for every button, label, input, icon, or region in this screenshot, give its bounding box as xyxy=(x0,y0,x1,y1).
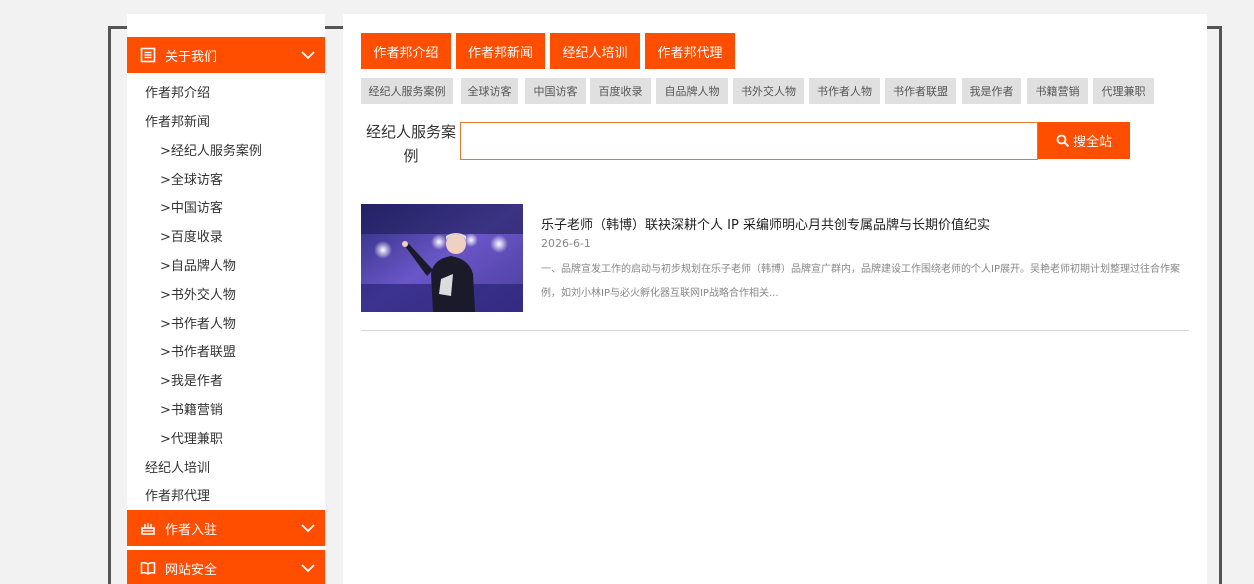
tab-intro[interactable]: 作者邦介绍 xyxy=(361,33,451,69)
chip-book-marketing[interactable]: 书籍营销 xyxy=(1027,78,1088,104)
book-icon xyxy=(139,559,157,577)
sidebar-section-site-security[interactable]: 网站安全 xyxy=(127,550,325,584)
sidebar-item-training[interactable]: 经纪人培训 xyxy=(145,457,210,476)
chip-book-authors[interactable]: 书作者人物 xyxy=(809,78,880,104)
tab-training[interactable]: 经纪人培训 xyxy=(550,33,640,69)
chip-agent-cases[interactable]: 经纪人服务案例 xyxy=(361,78,453,104)
sidebar-section-label: 网站安全 xyxy=(165,562,218,578)
list-icon xyxy=(139,46,157,64)
sidebar-subitem-i-am-author[interactable]: >我是作者 xyxy=(160,370,223,389)
sidebar-section-author-join[interactable]: 作者入驻 xyxy=(127,510,325,546)
chevron-down-icon xyxy=(299,519,317,537)
sidebar-section-about[interactable]: 关于我们 xyxy=(127,37,325,73)
sidebar-subitem-agency-parttime[interactable]: >代理兼职 xyxy=(160,428,223,447)
search-input[interactable] xyxy=(460,122,1038,160)
article-summary: 一、品牌宣发工作的启动与初步规划在乐子老师（韩博）品牌宣广群内，品牌建设工作围绕… xyxy=(541,264,1180,299)
tab-news[interactable]: 作者邦新闻 xyxy=(456,33,545,69)
article-date: 2026-6-1 xyxy=(541,237,591,250)
chevron-down-icon xyxy=(299,46,317,64)
chip-self-brand[interactable]: 自品牌人物 xyxy=(656,78,728,104)
chip-i-am-author[interactable]: 我是作者 xyxy=(962,78,1021,104)
chip-global-visitors[interactable]: 全球访客 xyxy=(461,78,518,104)
sidebar-item-intro[interactable]: 作者邦介绍 xyxy=(145,82,210,101)
divider xyxy=(361,330,1189,331)
sidebar-subitem-agent-cases[interactable]: >经纪人服务案例 xyxy=(160,140,262,159)
sidebar-subitem-global-visitors[interactable]: >全球访客 xyxy=(160,169,223,188)
article-title-link[interactable]: 乐子老师（韩博）联袂深耕个人 IP 采编师明心月共创专属品牌与长期价值纪实 xyxy=(541,214,990,233)
search-scope-label: 经纪人服务案例 xyxy=(365,123,456,165)
chip-china-visitors[interactable]: 中国访客 xyxy=(525,78,586,104)
sidebar-subitem-author-alliance[interactable]: >书作者联盟 xyxy=(160,341,236,360)
search-button[interactable]: 搜全站 xyxy=(1038,122,1130,159)
chip-agency-parttime[interactable]: 代理兼职 xyxy=(1093,78,1154,104)
sidebar-section-label: 关于我们 xyxy=(165,49,218,65)
main-content: 作者邦介绍 作者邦新闻 经纪人培训 作者邦代理 经纪人服务案例 全球访客 中国访… xyxy=(343,14,1207,584)
tab-agency[interactable]: 作者邦代理 xyxy=(645,33,735,69)
search-button-label: 搜全站 xyxy=(1072,134,1112,149)
sidebar: 关于我们 作者邦介绍 作者邦新闻 >经纪人服务案例 >全球访客 >中国访客 >百… xyxy=(127,14,325,584)
sidebar-subitem-book-marketing[interactable]: >书籍营销 xyxy=(160,399,223,418)
article-thumbnail[interactable] xyxy=(361,204,523,312)
chip-book-diplomacy[interactable]: 书外交人物 xyxy=(733,78,804,104)
sidebar-subitem-book-diplomacy[interactable]: >书外交人物 xyxy=(160,284,236,303)
sidebar-subitem-book-authors[interactable]: >书作者人物 xyxy=(160,313,236,332)
sidebar-item-agency[interactable]: 作者邦代理 xyxy=(145,485,210,504)
cake-icon xyxy=(139,519,157,537)
sidebar-subitem-self-brand[interactable]: >自品牌人物 xyxy=(160,255,236,274)
search-icon xyxy=(1056,134,1070,148)
chip-author-alliance[interactable]: 书作者联盟 xyxy=(885,78,956,104)
chevron-down-icon xyxy=(299,559,317,577)
chip-baidu-index[interactable]: 百度收录 xyxy=(590,78,651,104)
sidebar-subitem-china-visitors[interactable]: >中国访客 xyxy=(160,197,223,216)
sidebar-item-news[interactable]: 作者邦新闻 xyxy=(145,111,210,130)
sidebar-subitem-baidu-index[interactable]: >百度收录 xyxy=(160,226,223,245)
sidebar-section-label: 作者入驻 xyxy=(165,522,218,538)
